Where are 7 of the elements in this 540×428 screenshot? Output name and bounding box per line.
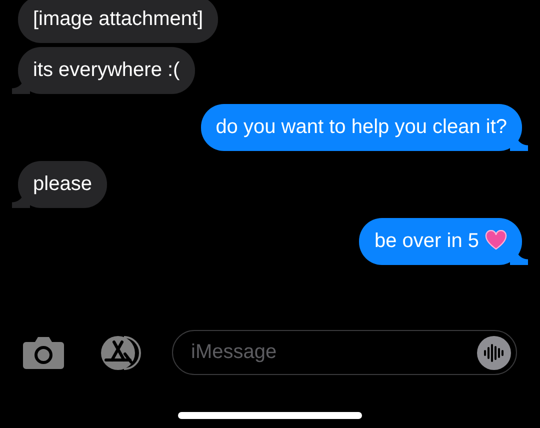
message-input-field[interactable]: iMessage (172, 330, 517, 375)
camera-button[interactable] (22, 336, 65, 370)
received-message-bubble: [image attachment] (18, 0, 218, 43)
waveform-icon (477, 336, 511, 370)
camera-icon (22, 336, 65, 370)
heart-icon (485, 230, 507, 250)
voice-record-button[interactable] (477, 336, 511, 370)
